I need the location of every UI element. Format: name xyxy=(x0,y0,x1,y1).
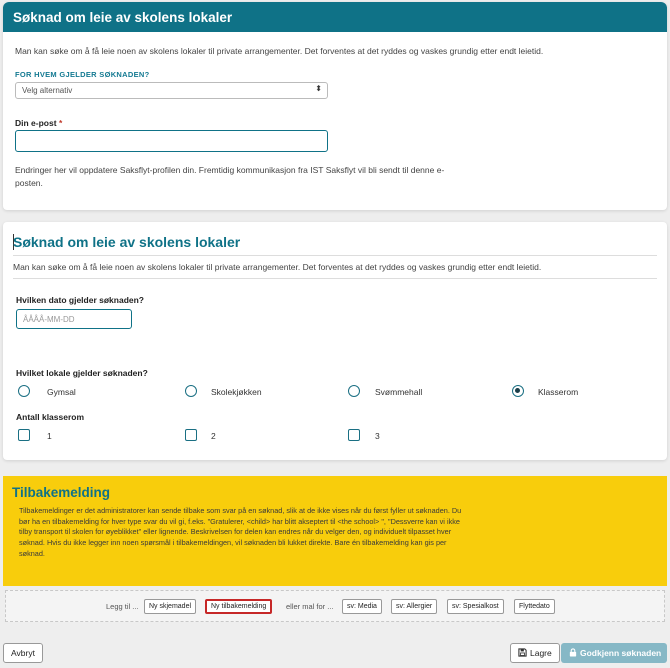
section-description[interactable]: Man kan søke om å få leie noen av skolen… xyxy=(13,262,653,272)
email-label: Din e-post * xyxy=(15,118,63,128)
email-note: Endringer her vil oppdatere Saksflyt-pro… xyxy=(15,165,445,188)
section-title[interactable]: Søknad om leie av skolens lokaler xyxy=(13,234,240,250)
radio-label-gymsal: Gymsal xyxy=(47,387,76,397)
approve-label: Godkjenn søknaden xyxy=(580,648,662,658)
new-feedback-button[interactable]: Ny tilbakemelding xyxy=(205,599,273,614)
template-spesialkost-button[interactable]: sv: Spesialkost xyxy=(447,599,504,614)
form-header: Søknad om leie av skolens lokaler xyxy=(3,2,667,32)
radio-label-skolekjokken: Skolekjøkken xyxy=(211,387,262,397)
save-button[interactable]: Lagre xyxy=(510,643,560,663)
feedback-description: Tilbakemeldinger er det administratorer … xyxy=(19,506,462,558)
insert-prefix-text: Legg til ... xyxy=(106,602,139,611)
select-arrows-icon: ⬍ xyxy=(315,84,322,93)
checkbox-label-2: 2 xyxy=(211,431,216,441)
email-field[interactable] xyxy=(15,130,328,152)
radio-klasserom[interactable] xyxy=(512,385,524,397)
checkbox-label-3: 3 xyxy=(375,431,380,441)
form-section-card: Søknad om leie av skolens lokaler Man ka… xyxy=(3,222,667,460)
room-question-label: Hvilket lokale gjelder søknaden? xyxy=(16,368,148,378)
checkbox-2[interactable] xyxy=(185,429,197,441)
approve-application-button[interactable]: Godkjenn søknaden xyxy=(561,643,667,663)
description-divider xyxy=(13,278,657,279)
lock-icon xyxy=(569,648,577,657)
radio-svommehall[interactable] xyxy=(348,385,360,397)
cancel-button[interactable]: Avbryt xyxy=(3,643,43,663)
title-divider xyxy=(13,255,657,256)
radio-label-svommehall: Svømmehall xyxy=(375,387,423,397)
classrooms-question-label: Antall klasserom xyxy=(16,412,85,422)
save-icon xyxy=(518,648,527,657)
radio-gymsal[interactable] xyxy=(18,385,30,397)
insert-section-bar: Legg til ... Ny skjemadel Ny tilbakemeld… xyxy=(5,590,665,622)
select-value: Velg alternativ xyxy=(22,86,73,95)
save-label: Lagre xyxy=(530,648,552,658)
date-input[interactable]: ÅÅÅÅ-MM-DD xyxy=(16,309,132,329)
radio-label-klasserom: Klasserom xyxy=(538,387,579,397)
feedback-title: Tilbakemelding xyxy=(12,485,111,500)
or-template-text: eller mal for ... xyxy=(286,602,334,611)
for-whom-label: FOR HVEM GJELDER SØKNADEN? xyxy=(15,70,150,79)
radio-skolekjokken[interactable] xyxy=(185,385,197,397)
feedback-section: Tilbakemelding Tilbakemeldinger er det a… xyxy=(3,476,667,586)
template-media-button[interactable]: sv: Media xyxy=(342,599,382,614)
template-flyttedato-button[interactable]: Flyttedato xyxy=(514,599,555,614)
form-description: Man kan søke om å få leie noen av skolen… xyxy=(15,46,544,56)
form-title: Søknad om leie av skolens lokaler xyxy=(13,10,233,25)
date-question-label: Hvilken dato gjelder søknaden? xyxy=(16,295,145,305)
checkbox-label-1: 1 xyxy=(47,431,52,441)
checkbox-1[interactable] xyxy=(18,429,30,441)
for-whom-select[interactable]: Velg alternativ ⬍ xyxy=(15,82,328,99)
checkbox-3[interactable] xyxy=(348,429,360,441)
application-form-card: Søknad om leie av skolens lokaler Man ka… xyxy=(3,2,667,210)
new-form-part-button[interactable]: Ny skjemadel xyxy=(144,599,197,614)
template-allergier-button[interactable]: sv: Allergier xyxy=(391,599,438,614)
